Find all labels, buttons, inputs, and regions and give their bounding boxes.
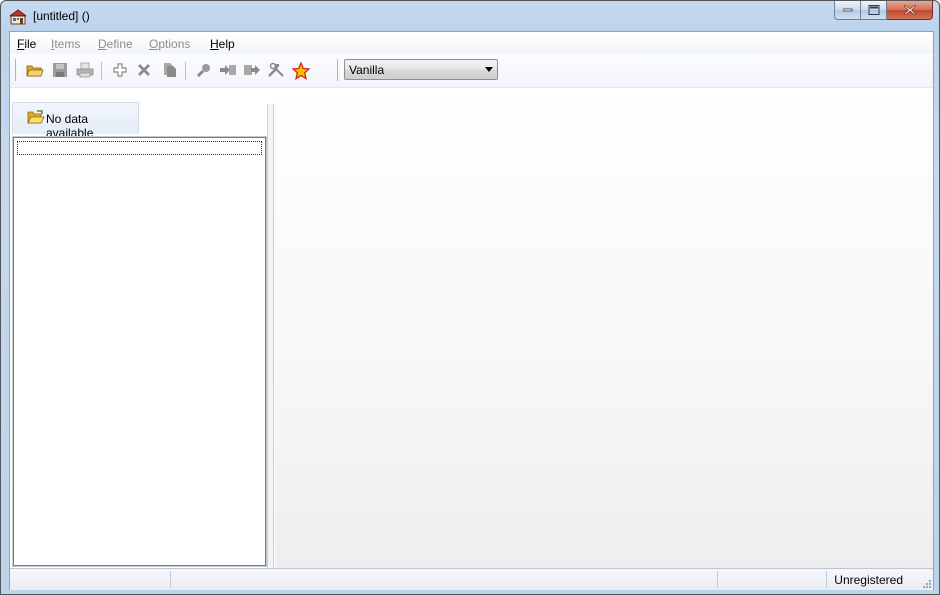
export-button[interactable] — [242, 61, 262, 81]
close-button[interactable] — [887, 1, 933, 20]
copy-button[interactable] — [159, 61, 179, 81]
close-icon — [903, 5, 916, 15]
add-icon — [113, 63, 127, 77]
combo-toolbar-grip[interactable] — [337, 59, 342, 81]
caption-buttons — [834, 1, 933, 21]
maximize-icon — [868, 5, 879, 15]
theme-combo-value: Vanilla — [349, 63, 385, 77]
find-icon — [196, 64, 210, 78]
toolbar-separator — [101, 62, 102, 80]
open-folder-icon — [26, 65, 44, 77]
app-icon[interactable] — [10, 9, 26, 25]
import-icon — [220, 65, 236, 75]
delete-icon — [138, 64, 150, 76]
menu-define[interactable]: Define — [98, 37, 133, 51]
content-pane — [275, 88, 933, 568]
theme-combo[interactable]: Vanilla — [344, 59, 498, 80]
toolbar-grip[interactable] — [15, 59, 20, 81]
menu-items[interactable]: Items — [51, 37, 80, 51]
tools-button[interactable] — [266, 61, 286, 81]
maximize-button[interactable] — [861, 1, 887, 20]
favorite-button[interactable] — [291, 61, 311, 81]
menu-help[interactable]: Help — [210, 37, 235, 51]
status-panel — [717, 571, 827, 588]
main-toolbar — [14, 56, 336, 86]
menu-bar: File Items Define Options Help — [10, 32, 933, 54]
menu-options[interactable]: Options — [149, 37, 190, 51]
registration-status: Unregistered — [834, 573, 903, 587]
find-button[interactable] — [194, 61, 214, 81]
left-pane: No data available — [10, 102, 267, 568]
add-button[interactable] — [110, 61, 130, 81]
copy-icon — [164, 63, 176, 77]
pane-splitter[interactable] — [267, 104, 274, 568]
app-window: [untitled] () File Items Define Options … — [0, 0, 940, 595]
save-icon — [53, 63, 67, 77]
tools-icon — [268, 62, 284, 77]
window-title: [untitled] () — [33, 9, 90, 23]
data-tree[interactable] — [13, 137, 266, 566]
menu-file[interactable]: File — [17, 37, 36, 51]
resize-grip-icon[interactable] — [921, 578, 931, 588]
delete-button[interactable] — [134, 61, 154, 81]
export-icon — [244, 65, 260, 75]
status-bar: Unregistered — [10, 568, 933, 590]
print-icon — [76, 62, 94, 78]
minimize-button[interactable] — [834, 1, 861, 20]
minimize-icon — [842, 8, 852, 12]
tab-label: No data available — [46, 112, 94, 140]
import-button[interactable] — [218, 61, 238, 81]
open-folder-icon — [27, 110, 45, 124]
toolbar-area: Vanilla — [10, 54, 933, 88]
favorite-star-icon — [292, 62, 310, 80]
status-panel — [170, 571, 718, 588]
toolbar-separator — [185, 62, 186, 80]
client-area: File Items Define Options Help Vanilla N… — [9, 31, 934, 590]
chevron-down-icon — [485, 67, 493, 72]
print-button[interactable] — [75, 61, 95, 81]
tab-data[interactable]: No data available — [12, 102, 139, 140]
status-panel — [10, 571, 171, 588]
save-button[interactable] — [50, 61, 70, 81]
tree-focus-rect — [17, 141, 262, 155]
open-button[interactable] — [25, 61, 45, 81]
title-bar[interactable]: [untitled] () — [1, 1, 939, 31]
